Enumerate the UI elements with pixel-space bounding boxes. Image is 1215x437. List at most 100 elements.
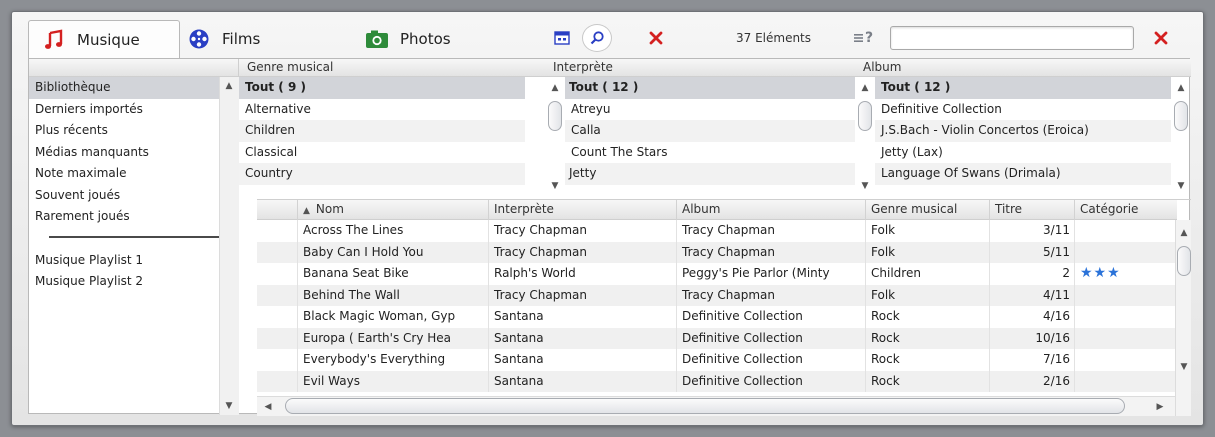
- track-rating: [1074, 349, 1175, 371]
- column-header-genre[interactable]: Genre musical: [865, 200, 989, 220]
- sidebar-item-rarement-joues[interactable]: Rarement joués: [29, 206, 238, 228]
- genre-item[interactable]: Tout ( 9 ): [239, 77, 525, 99]
- artist-item[interactable]: Count The Stars: [565, 142, 855, 164]
- scroll-up-icon[interactable]: ▲: [858, 81, 872, 95]
- genre-browser: Genre musical Tout ( 9 ) Alternative Chi…: [239, 59, 545, 199]
- tab-musique[interactable]: Musique: [28, 20, 180, 58]
- scroll-thumb[interactable]: [548, 101, 562, 131]
- track-album: Definitive Collection: [676, 306, 865, 328]
- genre-item[interactable]: Country: [239, 163, 525, 185]
- track-artist: Tracy Chapman: [488, 241, 676, 263]
- column-header-album[interactable]: Album: [676, 200, 865, 220]
- sidebar-item-medias-manquants[interactable]: Médias manquants: [29, 142, 238, 164]
- track-list: ▲ Nom Interprète Album Genre musical Titr…: [257, 199, 1191, 416]
- scroll-left-icon[interactable]: ◀: [261, 400, 275, 414]
- search-icon[interactable]: [582, 24, 612, 52]
- close-icon[interactable]: [645, 27, 667, 49]
- track-rating: [1074, 241, 1175, 263]
- artist-scrollbar[interactable]: ▲ ▼: [545, 77, 565, 199]
- artist-item[interactable]: Atreyu: [565, 99, 855, 121]
- album-right-scrollbar[interactable]: ▲ ▼: [1171, 77, 1191, 199]
- column-header-nom[interactable]: ▲ Nom: [297, 200, 488, 220]
- scroll-thumb[interactable]: [858, 101, 872, 131]
- table-row[interactable]: Across The Lines Tracy Chapman Tracy Chapm…: [257, 220, 1175, 242]
- scroll-down-icon[interactable]: ▼: [222, 399, 236, 413]
- track-rating: ★★★: [1074, 263, 1175, 285]
- scroll-down-icon[interactable]: ▼: [548, 179, 562, 193]
- album-item[interactable]: Tout ( 12 ): [875, 77, 1171, 99]
- sidebar-item-bibliotheque[interactable]: Bibliothèque: [29, 77, 238, 99]
- track-name: Baby Can I Hold You: [297, 241, 488, 263]
- scroll-down-icon[interactable]: ▼: [1177, 360, 1191, 374]
- calendar-view-icon[interactable]: [551, 27, 573, 49]
- track-rating: [1074, 370, 1175, 392]
- scroll-thumb[interactable]: [285, 398, 1125, 414]
- column-header-categorie[interactable]: Catégorie: [1074, 200, 1175, 220]
- genre-item[interactable]: Children: [239, 120, 525, 142]
- album-left-scrollbar[interactable]: ▲ ▼: [855, 77, 875, 199]
- column-header-spacer: [257, 200, 297, 220]
- track-vertical-scrollbar[interactable]: ▲ ▼: [1175, 220, 1191, 416]
- scroll-thumb[interactable]: [1174, 101, 1188, 131]
- column-header-interprete[interactable]: Interprète: [488, 200, 676, 220]
- sidebar-item-plus-recents[interactable]: Plus récents: [29, 120, 238, 142]
- item-count: 37 Eléments: [736, 31, 812, 45]
- row-spacer: [257, 242, 297, 264]
- help-label: ?: [864, 30, 874, 46]
- track-album: Definitive Collection: [676, 349, 865, 371]
- tab-label: Musique: [77, 30, 140, 49]
- tab-films[interactable]: Films: [186, 20, 260, 58]
- album-item[interactable]: J.S.Bach - Violin Concertos (Eroica): [875, 120, 1171, 142]
- table-row[interactable]: Banana Seat Bike Ralph's World Peggy's Pie…: [257, 263, 1175, 285]
- track-genre: Children: [865, 263, 989, 285]
- track-name: Black Magic Woman, Gyp: [297, 306, 488, 328]
- search-input[interactable]: [890, 26, 1134, 50]
- sidebar-item-souvent-joues[interactable]: Souvent joués: [29, 185, 238, 207]
- artist-item[interactable]: Tout ( 12 ): [565, 77, 855, 99]
- row-spacer: [257, 349, 297, 371]
- artist-item[interactable]: Calla: [565, 120, 855, 142]
- genre-item[interactable]: Classical: [239, 142, 525, 164]
- sidebar-item-note-maximale[interactable]: Note maximale: [29, 163, 238, 185]
- scroll-thumb[interactable]: [1177, 246, 1191, 276]
- row-spacer: [257, 328, 297, 350]
- column-header-titre[interactable]: Titre: [989, 200, 1074, 220]
- table-row[interactable]: Behind The Wall Tracy Chapman Tracy Chapma…: [257, 284, 1175, 306]
- track-number: 3/11: [989, 220, 1074, 242]
- scroll-down-icon[interactable]: ▼: [1174, 179, 1188, 193]
- sidebar-item-playlist-1[interactable]: Musique Playlist 1: [29, 250, 238, 272]
- track-number: 2/16: [989, 370, 1074, 392]
- album-browser: Album ▲ ▼ Tout ( 12 ) Definitive Collect…: [855, 59, 1191, 199]
- table-row[interactable]: Evil Ways Santana Definitive Collection Roc…: [257, 370, 1175, 392]
- table-row[interactable]: Everybody's Everything Santana Definitive …: [257, 349, 1175, 371]
- library-panel: Bibliothèque Derniers importés Plus réce…: [28, 58, 1191, 416]
- scroll-up-icon[interactable]: ▲: [1174, 81, 1188, 95]
- scroll-up-icon[interactable]: ▲: [1177, 226, 1191, 240]
- table-row[interactable]: Europa ( Earth's Cry Hea Santana Definitiv…: [257, 327, 1175, 350]
- scroll-down-icon[interactable]: ▼: [858, 179, 872, 193]
- scroll-right-icon[interactable]: ▶: [1153, 400, 1167, 414]
- track-genre: Rock: [865, 349, 989, 371]
- track-rating: [1074, 220, 1175, 242]
- close-search-icon[interactable]: [1150, 27, 1172, 49]
- sidebar-item-derniers-importes[interactable]: Derniers importés: [29, 99, 238, 121]
- scroll-up-icon[interactable]: ▲: [222, 79, 236, 93]
- track-number: 10/16: [989, 327, 1074, 349]
- genre-item[interactable]: Alternative: [239, 99, 525, 121]
- table-row[interactable]: Baby Can I Hold You Tracy Chapman Tracy Ch…: [257, 241, 1175, 264]
- track-horizontal-scrollbar[interactable]: ◀ ▶: [257, 396, 1175, 416]
- track-number: 4/16: [989, 306, 1074, 328]
- table-row[interactable]: Black Magic Woman, Gyp Santana Definitive …: [257, 306, 1175, 328]
- sidebar-scrollbar[interactable]: ▲ ▼: [219, 77, 239, 415]
- help-icon[interactable]: ?: [850, 27, 876, 49]
- tab-photos[interactable]: Photos: [364, 20, 451, 58]
- sidebar-item-playlist-2[interactable]: Musique Playlist 2: [29, 271, 238, 293]
- album-item[interactable]: Language Of Swans (Drimala): [875, 163, 1171, 185]
- track-genre: Folk: [865, 220, 989, 242]
- artist-item[interactable]: Jetty: [565, 163, 855, 185]
- track-album: Tracy Chapman: [676, 220, 865, 242]
- album-item[interactable]: Definitive Collection: [875, 99, 1171, 121]
- scroll-up-icon[interactable]: ▲: [548, 81, 562, 95]
- tab-label: Films: [222, 30, 261, 48]
- album-item[interactable]: Jetty (Lax): [875, 142, 1171, 164]
